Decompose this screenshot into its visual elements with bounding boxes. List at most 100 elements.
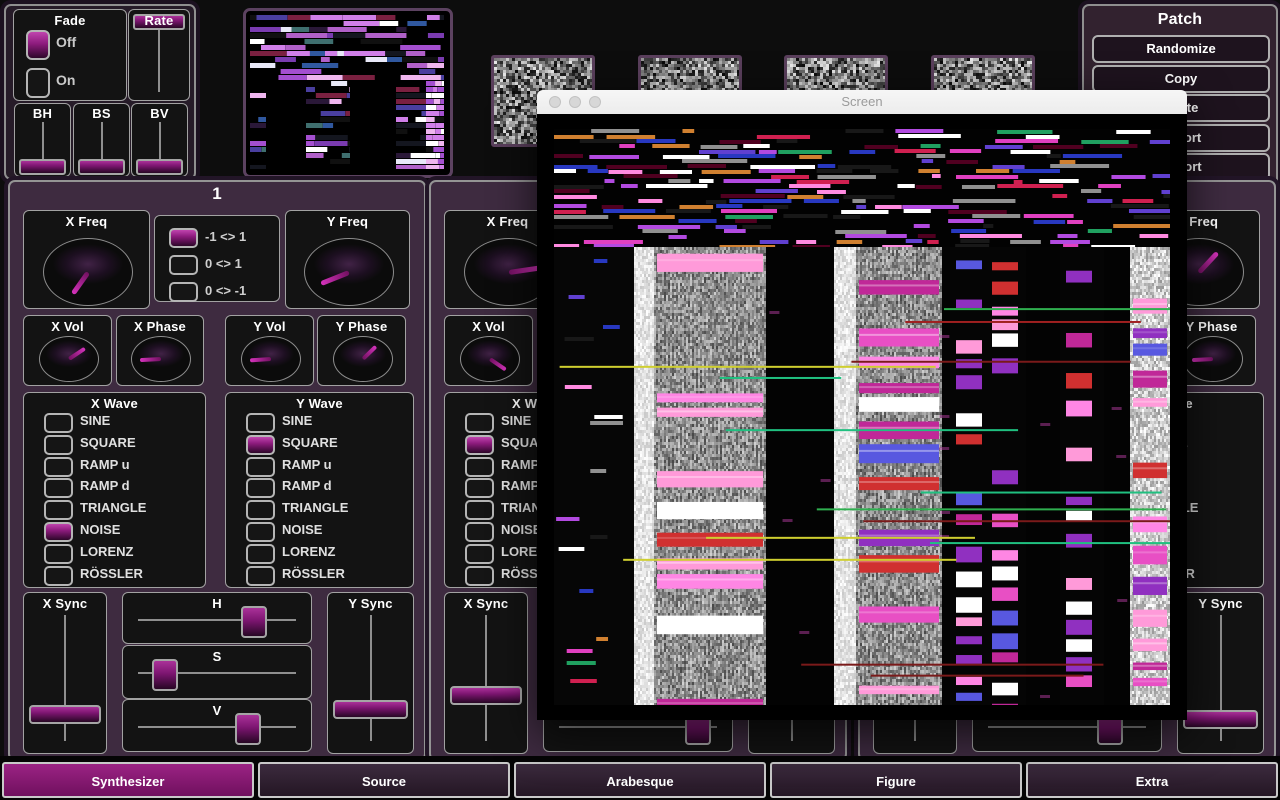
fade-box: Fade Off On	[13, 9, 127, 101]
screen-window: Screen	[537, 90, 1187, 720]
fade-on-button[interactable]	[26, 68, 50, 98]
p1-x-sync-handle[interactable]	[29, 705, 101, 724]
window-title: Screen	[537, 94, 1187, 109]
p1-v-label: V	[123, 703, 311, 718]
bs-label: BS	[74, 106, 129, 121]
p1-x-phase-box: X Phase	[116, 315, 204, 386]
p1-x-wave-checkbox-triangle[interactable]	[44, 500, 73, 520]
p1-x-sync-box: X Sync	[23, 592, 107, 754]
p2-x-vol-knob[interactable]	[460, 336, 520, 382]
p1-y-vol-knob[interactable]	[241, 336, 301, 382]
p3-y-sync-handle[interactable]	[1183, 710, 1258, 729]
p1-range-checkbox-2[interactable]	[169, 282, 198, 302]
p2-x-sync-label: X Sync	[445, 596, 527, 611]
p2-x-wave-checkbox-ramp-d[interactable]	[465, 478, 494, 498]
p1-y-sync-handle[interactable]	[333, 700, 408, 719]
p1-x-wave-box: X WaveSINESQUARERAMP uRAMP dTRIANGLENOIS…	[23, 392, 206, 588]
p1-y-wave-checkbox-noise[interactable]	[246, 522, 275, 542]
p1-v-track	[138, 726, 296, 728]
tab-figure[interactable]: Figure	[770, 762, 1022, 798]
bs-handle[interactable]	[78, 159, 125, 175]
p2-x-wave-checkbox-r-ssler[interactable]	[465, 566, 494, 586]
tab-synthesizer[interactable]: Synthesizer	[2, 762, 254, 798]
p2-x-wave-checkbox-lorenz[interactable]	[465, 544, 494, 564]
p1-x-phase-label: X Phase	[117, 319, 203, 334]
panel-title-1: 1	[10, 184, 424, 204]
p1-x-phase-needle	[140, 357, 161, 362]
p1-x-vol-box: X Vol	[23, 315, 112, 386]
p1-y-wave-label: Y Wave	[226, 396, 413, 411]
fade-title: Fade	[14, 13, 126, 28]
p1-x-wave-checkbox-square[interactable]	[44, 435, 73, 455]
p3-y-sync-label: Y Sync	[1178, 596, 1263, 611]
p1-y-wave-checkbox-triangle[interactable]	[246, 500, 275, 520]
randomize-button[interactable]: Randomize	[1092, 35, 1270, 63]
p1-x-freq-label: X Freq	[24, 214, 149, 229]
p1-y-freq-box: Y Freq	[285, 210, 410, 309]
p1-y-wave-checkbox-r-ssler[interactable]	[246, 566, 275, 586]
fade-off-button[interactable]	[26, 30, 50, 60]
fade-on-label: On	[56, 72, 75, 88]
patch-title: Patch	[1084, 11, 1276, 29]
p1-y-wave-option-noise: NOISE	[282, 522, 322, 537]
p1-h-handle[interactable]	[241, 606, 267, 638]
p1-x-wave-checkbox-sine[interactable]	[44, 413, 73, 433]
tab-arabesque[interactable]: Arabesque	[514, 762, 766, 798]
p1-x-freq-needle	[71, 271, 90, 295]
app-root: Fade Off On Rate BHBSBV Patch RandomizeC…	[0, 0, 1280, 800]
bv-handle[interactable]	[136, 159, 183, 175]
bv-label: BV	[132, 106, 187, 121]
p1-y-phase-knob[interactable]	[333, 336, 393, 382]
p1-x-wave-checkbox-r-ssler[interactable]	[44, 566, 73, 586]
p2-x-sync-box: X Sync	[444, 592, 528, 754]
p2-x-wave-checkbox-square[interactable]	[465, 435, 494, 455]
bh-handle[interactable]	[19, 159, 66, 175]
p1-y-freq-knob[interactable]	[304, 238, 394, 306]
p1-x-wave-checkbox-lorenz[interactable]	[44, 544, 73, 564]
p1-x-wave-option-ramp-d: RAMP d	[80, 478, 130, 493]
p1-x-phase-knob[interactable]	[131, 336, 191, 382]
p1-x-vol-label: X Vol	[24, 319, 111, 334]
p1-y-vol-label: Y Vol	[226, 319, 313, 334]
p1-x-wave-checkbox-ramp-u[interactable]	[44, 457, 73, 477]
p1-y-sync-track	[370, 615, 372, 741]
p1-y-wave-checkbox-ramp-d[interactable]	[246, 478, 275, 498]
p2-x-wave-option-noise: NOISE	[501, 522, 541, 537]
p2-x-sync-track	[485, 615, 487, 741]
p1-x-wave-option-noise: NOISE	[80, 522, 120, 537]
p1-y-vol-box: Y Vol	[225, 315, 314, 386]
p1-x-wave-checkbox-noise[interactable]	[44, 522, 73, 542]
fade-off-label: Off	[56, 34, 76, 50]
p1-range-checkbox-0[interactable]	[169, 228, 198, 248]
p1-x-wave-option-triangle: TRIANGLE	[80, 500, 146, 515]
p1-v-handle[interactable]	[235, 713, 261, 745]
p1-y-vol-needle	[250, 357, 271, 362]
p1-y-wave-checkbox-ramp-u[interactable]	[246, 457, 275, 477]
p1-y-phase-box: Y Phase	[317, 315, 406, 386]
p1-s-handle[interactable]	[152, 659, 178, 691]
p2-x-wave-checkbox-triangle[interactable]	[465, 500, 494, 520]
p1-x-wave-checkbox-ramp-d[interactable]	[44, 478, 73, 498]
tab-extra[interactable]: Extra	[1026, 762, 1278, 798]
copy-button[interactable]: Copy	[1092, 65, 1270, 93]
p1-range-box: -1 <> 10 <> 10 <> -1	[154, 215, 280, 302]
p1-y-wave-checkbox-sine[interactable]	[246, 413, 275, 433]
p2-x-wave-checkbox-sine[interactable]	[465, 413, 494, 433]
p1-y-wave-checkbox-lorenz[interactable]	[246, 544, 275, 564]
p1-x-wave-label: X Wave	[24, 396, 205, 411]
window-titlebar[interactable]: Screen	[537, 90, 1187, 114]
p1-range-checkbox-1[interactable]	[169, 255, 198, 275]
rate-label: Rate	[129, 13, 189, 28]
tab-source[interactable]: Source	[258, 762, 510, 798]
p3-y-phase-knob[interactable]	[1183, 336, 1243, 382]
synth-panel-1: 1 X Freq -1 <> 10 <> 10 <> -1Y Freq X Vol X …	[8, 180, 426, 761]
p1-x-wave-option-lorenz: LORENZ	[80, 544, 133, 559]
p1-x-vol-knob[interactable]	[39, 336, 99, 382]
p1-x-freq-knob[interactable]	[43, 238, 133, 306]
p2-x-wave-checkbox-noise[interactable]	[465, 522, 494, 542]
p2-x-wave-checkbox-ramp-u[interactable]	[465, 457, 494, 477]
p1-h-label: H	[123, 596, 311, 611]
p2-x-sync-handle[interactable]	[450, 686, 522, 705]
p1-y-wave-checkbox-square[interactable]	[246, 435, 275, 455]
p1-y-sync-box: Y Sync	[327, 592, 414, 754]
